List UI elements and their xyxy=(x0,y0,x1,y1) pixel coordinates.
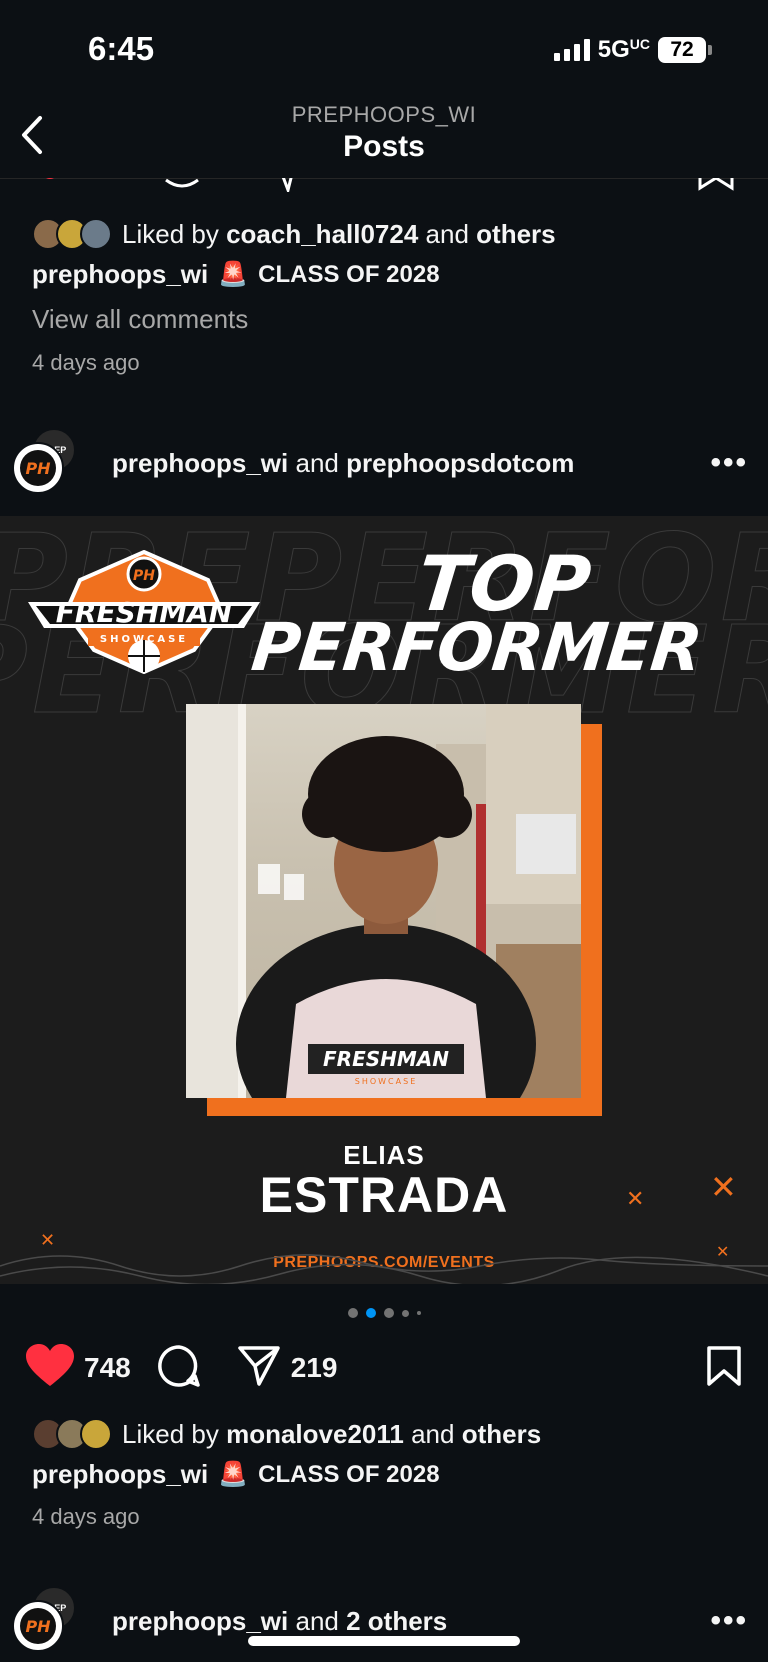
view-comments-link[interactable]: View all comments xyxy=(32,304,248,335)
home-indicator[interactable] xyxy=(248,1636,520,1646)
player-photo: FRESHMAN SHOWCASE xyxy=(186,704,581,1098)
avatar-primary: PH xyxy=(12,442,64,494)
battery-icon: 72 xyxy=(658,37,712,63)
more-icon[interactable]: ••• xyxy=(710,1604,748,1638)
header-account: PREPHOOPS_WI xyxy=(291,102,477,127)
svg-text:PH: PH xyxy=(25,459,51,478)
more-icon[interactable]: ••• xyxy=(710,446,748,480)
share-count[interactable]: 219 xyxy=(291,1352,338,1384)
battery-level: 72 xyxy=(658,37,706,63)
svg-text:SHOWCASE: SHOWCASE xyxy=(355,1077,418,1086)
post-actions: 748 219 xyxy=(26,1343,742,1393)
post-header: PREP PH prephoops_wi and prephoopsdotcom… xyxy=(12,428,756,498)
previous-post-liked-by[interactable]: Liked by coach_hall0724 and others xyxy=(32,218,556,250)
post-image[interactable]: PREPERFORM PERFORMER FRESHMAN SHOWCASE P… xyxy=(0,516,768,1284)
player-last-name: ESTRADA xyxy=(259,1167,509,1223)
page-title: Posts xyxy=(343,130,425,163)
svg-text:PH: PH xyxy=(25,1617,51,1636)
network-type: 5GUC xyxy=(597,36,650,63)
avatar-primary: PH xyxy=(12,1600,64,1652)
signal-icon xyxy=(553,39,590,61)
post-liked-by[interactable]: Liked by monalove2011 and others xyxy=(32,1418,541,1450)
caption-username[interactable]: prephoops_wi xyxy=(32,259,208,290)
liker-username[interactable]: monalove2011 xyxy=(226,1419,404,1450)
siren-icon: 🚨 xyxy=(218,1461,249,1488)
previous-post-actions xyxy=(0,178,768,192)
liker-avatars xyxy=(32,218,112,250)
bookmark-icon[interactable] xyxy=(706,1345,742,1392)
collab-avatars[interactable]: PREP PH xyxy=(12,1586,92,1656)
status-indicators: 5GUC 72 xyxy=(553,36,712,64)
collab-avatars[interactable]: PREP PH xyxy=(12,428,92,498)
caption-text: CLASS OF 2028 xyxy=(258,260,440,288)
contour-decoration xyxy=(0,1254,768,1284)
share-icon[interactable] xyxy=(237,1344,281,1393)
previous-post-timestamp: 4 days ago xyxy=(32,350,140,375)
previous-post-caption: prephoops_wi 🚨 CLASS OF 2028 xyxy=(32,259,440,290)
caption-text: CLASS OF 2028 xyxy=(258,1460,440,1488)
status-time: 6:45 xyxy=(88,30,155,67)
svg-text:FRESHMAN: FRESHMAN xyxy=(323,1047,449,1071)
svg-text:FRESHMAN: FRESHMAN xyxy=(56,596,232,629)
heart-icon[interactable] xyxy=(26,1343,74,1393)
post-authors[interactable]: prephoops_wi and prephoopsdotcom xyxy=(112,448,574,479)
comment-icon[interactable] xyxy=(157,1344,201,1393)
svg-text:PH: PH xyxy=(133,568,155,584)
post-timestamp: 4 days ago xyxy=(32,1504,140,1529)
x-decoration: ✕ xyxy=(626,1186,645,1211)
post-authors[interactable]: prephoops_wi and 2 others xyxy=(112,1606,447,1637)
like-count[interactable]: 748 xyxy=(84,1352,131,1384)
headline-performer: PERFORMER xyxy=(248,609,705,686)
siren-icon: 🚨 xyxy=(218,261,249,288)
post-caption: prephoops_wi 🚨 CLASS OF 2028 xyxy=(32,1459,440,1490)
x-decoration: ✕ xyxy=(710,1169,737,1205)
carousel-dots xyxy=(0,1308,768,1318)
caption-username[interactable]: prephoops_wi xyxy=(32,1459,208,1490)
liker-avatars xyxy=(32,1418,112,1450)
freshman-showcase-logo: FRESHMAN SHOWCASE PH xyxy=(26,549,262,675)
liker-username[interactable]: coach_hall0724 xyxy=(226,219,418,250)
